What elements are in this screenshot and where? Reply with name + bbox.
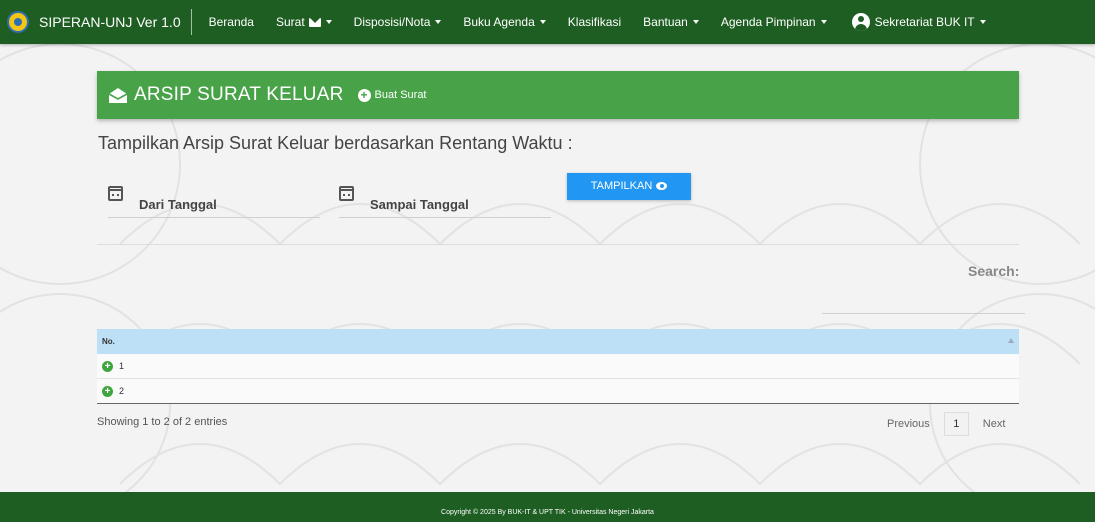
nav-label: Beranda [208,15,254,29]
nav-item-klasifikasi[interactable]: Klasifikasi [568,15,621,29]
nav-label: Buku Agenda [463,15,535,29]
nav-item-user-menu[interactable]: Sekretariat BUK IT [851,13,986,31]
column-header-no: No. [102,337,115,346]
show-button[interactable]: TAMPILKAN [567,173,691,200]
show-button-label: TAMPILKAN [590,180,653,192]
calendar-icon [108,186,123,201]
nav-item-buku-agenda[interactable]: Buku Agenda [463,15,546,29]
footer: Copyright © 2025 By BUK-IT & UPT TIK - U… [0,492,1095,522]
caret-down-icon [979,20,986,24]
next-page-button[interactable]: Next [974,418,1015,430]
to-date-field[interactable]: Sampai Tanggal [339,182,551,218]
table-row: + 2 [97,379,1019,404]
row-number: 2 [119,386,125,396]
eye-icon [656,182,668,190]
row-number: 1 [119,361,125,371]
nav-label: Klasifikasi [567,15,622,29]
caret-down-icon [325,20,332,24]
from-date-label: Dari Tanggal [139,197,217,212]
table-row: + 1 [97,354,1019,379]
envelope-icon [308,17,321,27]
create-letter-button[interactable]: Buat Surat [375,89,427,101]
pagination: Previous 1 Next [878,412,1014,436]
user-circle-icon [851,13,870,31]
nav-item-surat[interactable]: Surat [276,15,332,29]
search-input[interactable] [822,290,1025,314]
nav-label: Bantuan [643,15,688,29]
section-divider [97,244,1019,245]
unj-logo-icon [7,11,29,33]
table-info: Showing 1 to 2 of 2 entries [97,416,228,428]
filter-title: Tampilkan Arsip Surat Keluar berdasarkan… [98,133,573,153]
top-navbar: SIPERAN-UNJ Ver 1.0 Beranda Surat Dispos… [0,0,1095,44]
caret-down-icon [820,20,827,24]
page-header-card: ARSIP SURAT KELUAR + Buat Surat [97,71,1019,119]
previous-page-button[interactable]: Previous [878,418,939,430]
nav-label: Surat [275,15,305,29]
page-1-button[interactable]: 1 [943,412,969,436]
copyright-text: Copyright © 2025 By BUK-IT & UPT TIK - U… [441,509,654,516]
caret-down-icon [539,20,546,24]
archive-table: No. + 1 + 2 [97,329,1019,404]
user-name: Sekretariat BUK IT [874,15,975,29]
plus-circle-icon[interactable]: + [357,88,371,102]
caret-down-icon [692,20,699,24]
nav-menu: Beranda Surat Disposisi/Nota Buku Agenda… [198,13,997,31]
nav-item-agenda-pimpinan[interactable]: Agenda Pimpinan [721,15,827,29]
expand-row-icon[interactable]: + [102,360,113,372]
page-title: ARSIP SURAT KELUAR [134,84,344,105]
brand[interactable]: SIPERAN-UNJ Ver 1.0 [0,0,192,44]
nav-item-bantuan[interactable]: Bantuan [643,15,699,29]
to-date-label: Sampai Tanggal [370,197,469,212]
nav-label: Agenda Pimpinan [720,15,816,29]
brand-title: SIPERAN-UNJ Ver 1.0 [39,9,192,35]
table-header[interactable]: No. [97,329,1019,354]
search-label: Search: [968,263,1020,279]
sort-asc-icon [1008,338,1014,343]
nav-label: Disposisi/Nota [353,15,431,29]
nav-item-disposisi[interactable]: Disposisi/Nota [354,15,442,29]
calendar-icon [339,186,354,201]
caret-down-icon [435,20,442,24]
expand-row-icon[interactable]: + [102,385,113,397]
envelope-open-icon [108,87,128,104]
from-date-field[interactable]: Dari Tanggal [108,182,320,218]
nav-item-beranda[interactable]: Beranda [209,15,254,29]
